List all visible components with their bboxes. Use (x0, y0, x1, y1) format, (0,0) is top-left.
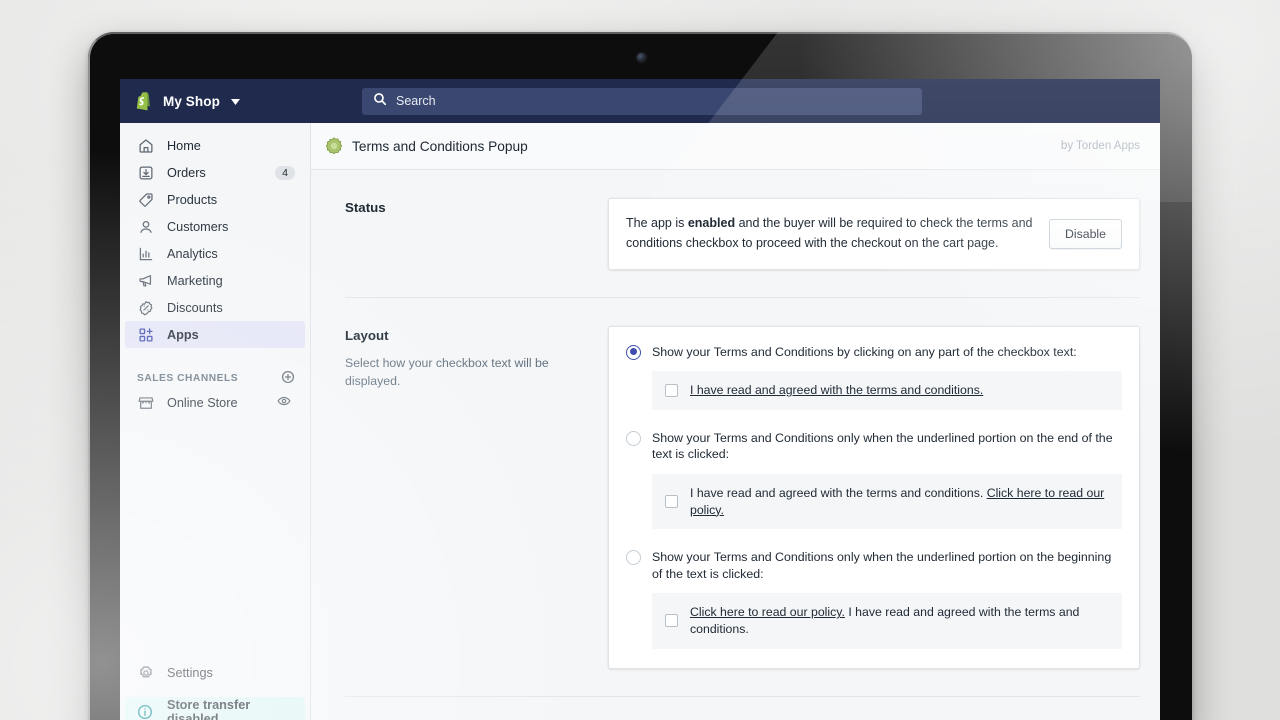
layout-option-2: Show your Terms and Conditions only when… (626, 430, 1122, 529)
status-section-right: The app is enabled and the buyer will be… (608, 198, 1140, 270)
preview-underlined-1[interactable]: I have read and agreed with the terms an… (690, 383, 983, 397)
status-section: Status The app is enabled and the buyer … (345, 170, 1140, 270)
preview-checkbox[interactable] (665, 495, 678, 508)
shop-name-label: My Shop (163, 94, 220, 109)
sidebar-item-orders[interactable]: Orders 4 (125, 159, 305, 186)
sidebar-item-discounts[interactable]: Discounts (125, 294, 305, 321)
layout-option-3-row[interactable]: Show your Terms and Conditions only when… (626, 549, 1122, 582)
plus-circle-icon[interactable] (281, 370, 295, 387)
webcam-lens (637, 53, 646, 62)
sidebar-item-label: Discounts (167, 301, 223, 315)
orders-icon (137, 164, 154, 181)
radio-option-2[interactable] (626, 431, 641, 446)
sidebar-item-settings[interactable]: Settings (125, 659, 305, 686)
sales-channels-header: SALES CHANNELS (120, 367, 310, 389)
sidebar-item-home[interactable]: Home (125, 132, 305, 159)
shop-switcher[interactable]: My Shop (120, 90, 310, 112)
layout-preview-2: I have read and agreed with the terms an… (652, 474, 1122, 529)
settings-content: Status The app is enabled and the buyer … (311, 170, 1160, 720)
sidebar-item-label: Analytics (167, 247, 218, 261)
layout-section-right: Show your Terms and Conditions by clicki… (608, 326, 1140, 669)
layout-option-2-label: Show your Terms and Conditions only when… (652, 430, 1122, 463)
status-description: The app is enabled and the buyer will be… (626, 214, 1035, 254)
discount-icon (137, 299, 154, 316)
layout-card: Show your Terms and Conditions by clicki… (608, 326, 1140, 669)
sidebar-item-products[interactable]: Products (125, 186, 305, 213)
sidebar-item-analytics[interactable]: Analytics (125, 240, 305, 267)
orders-count-badge: 4 (275, 166, 295, 180)
status-card: The app is enabled and the buyer will be… (608, 198, 1140, 270)
shopify-bag-icon (134, 90, 154, 112)
app-author: by Torden Apps (1061, 140, 1140, 152)
megaphone-icon (137, 272, 154, 289)
preview-underlined-3[interactable]: Click here to read our policy. (690, 605, 845, 619)
bar-chart-icon (137, 245, 154, 262)
laptop-device: My Shop Search (88, 32, 1192, 720)
sidebar-item-marketing[interactable]: Marketing (125, 267, 305, 294)
sidebar-item-label: Marketing (167, 274, 223, 288)
sidebar-item-label: Settings (167, 666, 213, 680)
layout-preview-1: I have read and agreed with the terms an… (652, 371, 1122, 410)
preview-text-3: Click here to read our policy. I have re… (690, 604, 1109, 637)
layout-section: Layout Select how your checkbox text wil… (345, 297, 1140, 669)
search-icon (373, 92, 387, 111)
app-header: Terms and Conditions Popup by Torden App… (311, 123, 1160, 170)
person-icon (137, 218, 154, 235)
sidebar-item-label: Customers (167, 220, 228, 234)
sidebar-item-label: Online Store (167, 396, 238, 410)
app-badge-icon (325, 137, 343, 155)
preview-text-2: I have read and agreed with the terms an… (690, 485, 1109, 518)
sidebar-item-label: Home (167, 139, 201, 153)
admin-topbar: My Shop Search (120, 79, 1160, 123)
layout-option-1-row[interactable]: Show your Terms and Conditions by clicki… (626, 344, 1122, 361)
preview-checkbox[interactable] (665, 614, 678, 627)
status-section-left: Status (345, 198, 608, 270)
preview-plain-2: I have read and agreed with the terms an… (690, 486, 987, 500)
tag-icon (137, 191, 154, 208)
layout-option-3-label: Show your Terms and Conditions only when… (652, 549, 1122, 582)
radio-option-1[interactable] (626, 345, 641, 360)
gear-icon (137, 664, 154, 681)
chevron-down-icon (231, 92, 240, 110)
layout-option-2-row[interactable]: Show your Terms and Conditions only when… (626, 430, 1122, 463)
home-icon (137, 137, 154, 154)
radio-option-3[interactable] (626, 550, 641, 565)
apps-grid-icon (137, 326, 154, 343)
store-transfer-label: Store transfer disabled (167, 698, 305, 720)
layout-option-3: Show your Terms and Conditions only when… (626, 549, 1122, 648)
sidebar-item-label: Apps (167, 328, 199, 342)
sales-channels-title: SALES CHANNELS (137, 373, 238, 384)
layout-section-left: Layout Select how your checkbox text wil… (345, 326, 608, 669)
main-content: Terms and Conditions Popup by Torden App… (311, 123, 1160, 720)
storefront-icon (137, 394, 154, 411)
search-input[interactable]: Search (362, 88, 922, 115)
admin-body: Home Orders 4 (120, 123, 1160, 720)
sidebar-nav: Home Orders 4 (120, 123, 311, 720)
sidebar-footer: Settings Store transfer disabled (120, 659, 310, 720)
photo-backdrop: My Shop Search (0, 0, 1280, 720)
section-title: Layout (345, 328, 588, 343)
preview-text-1: I have read and agreed with the terms an… (690, 382, 983, 399)
disable-button[interactable]: Disable (1049, 219, 1122, 249)
laptop-screen: My Shop Search (120, 79, 1160, 720)
eye-icon[interactable] (274, 394, 293, 411)
section-title: Status (345, 200, 588, 215)
sidebar-item-label: Products (167, 193, 217, 207)
search-placeholder-text: Search (396, 94, 436, 108)
status-text-before: The app is (626, 216, 688, 230)
app-title: Terms and Conditions Popup (352, 139, 528, 154)
configuration-section: Configuration Set the checkbox's text, h… (345, 696, 1140, 720)
section-description: Select how your checkbox text will be di… (345, 354, 588, 391)
layout-option-1: Show your Terms and Conditions by clicki… (626, 344, 1122, 410)
sidebar-item-customers[interactable]: Customers (125, 213, 305, 240)
sidebar-item-online-store[interactable]: Online Store (125, 389, 305, 416)
store-transfer-status[interactable]: Store transfer disabled (125, 697, 305, 720)
sidebar-item-apps[interactable]: Apps (125, 321, 305, 348)
info-circle-icon (137, 703, 154, 720)
status-state-word: enabled (688, 216, 735, 230)
layout-option-1-label: Show your Terms and Conditions by clicki… (652, 344, 1077, 361)
sidebar-item-label: Orders (167, 166, 206, 180)
layout-preview-3: Click here to read our policy. I have re… (652, 593, 1122, 648)
preview-checkbox[interactable] (665, 384, 678, 397)
